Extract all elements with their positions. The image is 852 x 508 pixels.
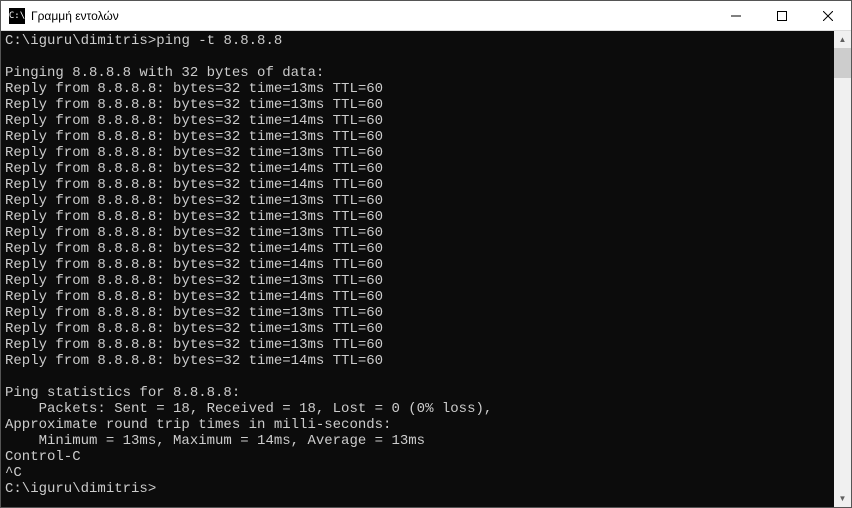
ping-reply: Reply from 8.8.8.8: bytes=32 time=13ms T… bbox=[5, 321, 383, 337]
ping-reply: Reply from 8.8.8.8: bytes=32 time=13ms T… bbox=[5, 145, 383, 161]
ping-reply: Reply from 8.8.8.8: bytes=32 time=14ms T… bbox=[5, 353, 383, 369]
rtt-header: Approximate round trip times in milli-se… bbox=[5, 417, 391, 433]
caret-c: ^C bbox=[5, 465, 22, 481]
stats-packets: Packets: Sent = 18, Received = 18, Lost … bbox=[5, 401, 492, 417]
window-title: Γραμμή εντολών bbox=[31, 9, 713, 23]
window-controls bbox=[713, 1, 851, 30]
ping-reply: Reply from 8.8.8.8: bytes=32 time=14ms T… bbox=[5, 113, 383, 129]
close-button[interactable] bbox=[805, 1, 851, 30]
ping-reply: Reply from 8.8.8.8: bytes=32 time=13ms T… bbox=[5, 273, 383, 289]
ping-reply: Reply from 8.8.8.8: bytes=32 time=13ms T… bbox=[5, 209, 383, 225]
terminal-output[interactable]: C:\iguru\dimitris>ping -t 8.8.8.8 Pingin… bbox=[1, 31, 834, 507]
scroll-up-arrow[interactable]: ▲ bbox=[834, 31, 851, 48]
ping-reply: Reply from 8.8.8.8: bytes=32 time=14ms T… bbox=[5, 161, 383, 177]
ping-reply: Reply from 8.8.8.8: bytes=32 time=14ms T… bbox=[5, 241, 383, 257]
control-c-text: Control-C bbox=[5, 449, 81, 465]
maximize-button[interactable] bbox=[759, 1, 805, 30]
command-text: ping -t 8.8.8.8 bbox=[156, 33, 282, 49]
final-prompt: C:\iguru\dimitris> bbox=[5, 481, 156, 497]
ping-reply: Reply from 8.8.8.8: bytes=32 time=13ms T… bbox=[5, 129, 383, 145]
cmd-icon: C:\ bbox=[9, 8, 25, 24]
ping-header: Pinging 8.8.8.8 with 32 bytes of data: bbox=[5, 65, 324, 81]
ping-reply: Reply from 8.8.8.8: bytes=32 time=13ms T… bbox=[5, 97, 383, 113]
window-titlebar: C:\ Γραμμή εντολών bbox=[1, 1, 851, 31]
stats-header: Ping statistics for 8.8.8.8: bbox=[5, 385, 240, 401]
rtt-values: Minimum = 13ms, Maximum = 14ms, Average … bbox=[5, 433, 425, 449]
ping-reply: Reply from 8.8.8.8: bytes=32 time=13ms T… bbox=[5, 225, 383, 241]
ping-reply: Reply from 8.8.8.8: bytes=32 time=14ms T… bbox=[5, 177, 383, 193]
scroll-track[interactable] bbox=[834, 48, 851, 490]
ping-reply: Reply from 8.8.8.8: bytes=32 time=14ms T… bbox=[5, 289, 383, 305]
ping-reply: Reply from 8.8.8.8: bytes=32 time=13ms T… bbox=[5, 305, 383, 321]
vertical-scrollbar[interactable]: ▲ ▼ bbox=[834, 31, 851, 507]
scroll-down-arrow[interactable]: ▼ bbox=[834, 490, 851, 507]
ping-reply: Reply from 8.8.8.8: bytes=32 time=13ms T… bbox=[5, 193, 383, 209]
prompt-path: C:\iguru\dimitris> bbox=[5, 33, 156, 49]
minimize-button[interactable] bbox=[713, 1, 759, 30]
ping-reply: Reply from 8.8.8.8: bytes=32 time=14ms T… bbox=[5, 257, 383, 273]
ping-reply: Reply from 8.8.8.8: bytes=32 time=13ms T… bbox=[5, 81, 383, 97]
ping-reply: Reply from 8.8.8.8: bytes=32 time=13ms T… bbox=[5, 337, 383, 353]
scroll-thumb[interactable] bbox=[834, 48, 851, 78]
terminal-container: C:\iguru\dimitris>ping -t 8.8.8.8 Pingin… bbox=[1, 31, 851, 507]
prompt-line: C:\iguru\dimitris>ping -t 8.8.8.8 bbox=[5, 33, 282, 49]
